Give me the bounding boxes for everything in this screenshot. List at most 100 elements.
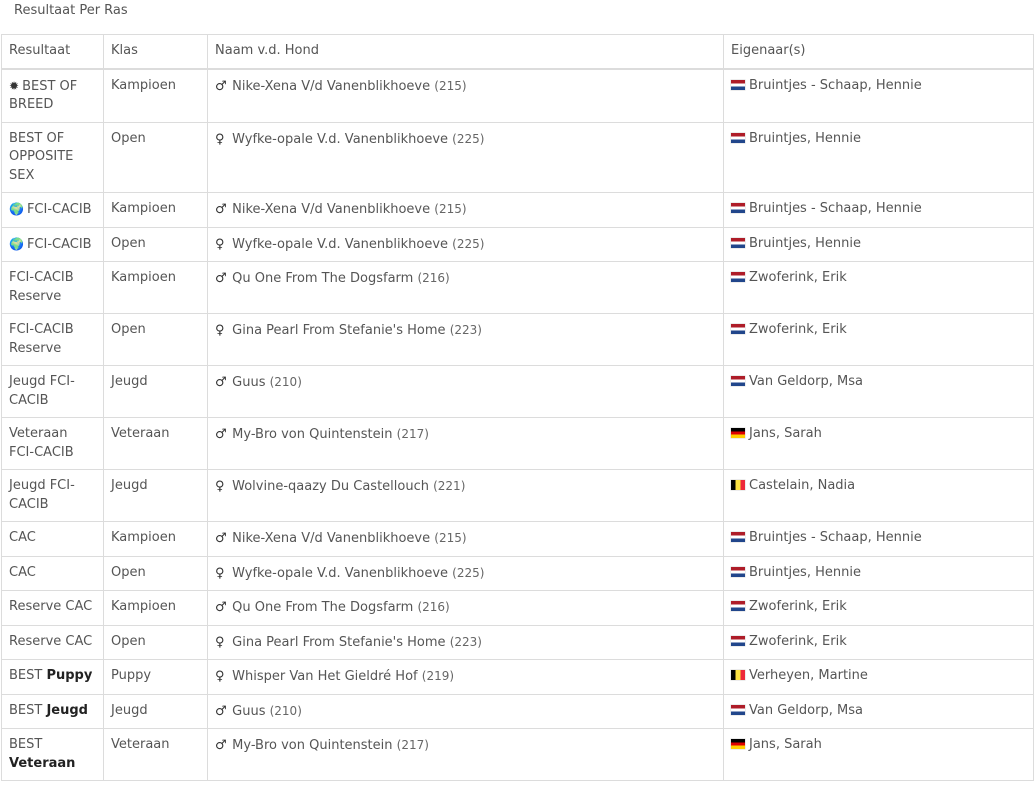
- catalog-number: (225): [452, 131, 485, 146]
- flag-nl-icon: [731, 376, 745, 386]
- table-row: CAC Kampioen ♂ Nike-Xena V/d Vanenblikhoev…: [1, 521, 1034, 557]
- dog-name-link[interactable]: Qu One From The Dogsfarm: [232, 271, 413, 286]
- owner-name: Zwoferink, Erik: [749, 599, 847, 614]
- owner-name: Bruintjes, Hennie: [749, 130, 861, 146]
- table-row: Reserve CAC Kampioen ♂ Qu One From The Dog…: [1, 590, 1034, 626]
- female-icon: ♀: [215, 634, 225, 650]
- page-heading: Resultaat Per Ras: [14, 3, 128, 18]
- female-icon: ♀: [215, 323, 225, 338]
- table-row: BEST Puppy Puppy ♀ Whisper Van Het Gieldré…: [1, 659, 1034, 695]
- table-row: Jeugd FCI-CACIB Jeugd ♀ Wolvine-qaazy Du C…: [1, 469, 1034, 522]
- result-label: BEST OF BREED: [9, 78, 78, 113]
- cell-eigenaar: Jans, Sarah: [723, 417, 1034, 470]
- table-header-row: Resultaat Klas Naam v.d. Hond Eigenaar(s…: [1, 34, 1034, 70]
- dog-name-link[interactable]: Guus: [232, 704, 265, 719]
- dog-name-link[interactable]: Guus: [232, 375, 265, 390]
- cell-eigenaar: Bruintjes - Schaap, Hennie: [723, 68, 1034, 123]
- header-naam[interactable]: Naam v.d. Hond: [207, 34, 724, 70]
- owner-name: Jans, Sarah: [749, 737, 822, 752]
- flag-nl-icon: [731, 532, 745, 542]
- cell-naam: ♀ Gina Pearl From Stefanie's Home (223): [207, 313, 724, 366]
- cell-klas: Open: [103, 313, 208, 366]
- catalog-number: (215): [434, 531, 467, 545]
- dog-name-link[interactable]: Whisper Van Het Gieldré Hof: [232, 669, 417, 684]
- catalog-number: (216): [417, 271, 450, 285]
- cell-resultaat: FCI-CACIB Reserve: [1, 261, 104, 314]
- cell-naam: ♂ My-Bro von Quintenstein (217): [207, 417, 724, 470]
- owner-name: Van Geldorp, Msa: [749, 374, 863, 389]
- table-row: Veteraan FCI-CACIB Veteraan ♂ My-Bro von Q…: [1, 417, 1034, 470]
- table-row: Jeugd FCI-CACIB Jeugd ♂ Guus (210) Van Geld…: [1, 365, 1034, 418]
- male-icon: ♂: [215, 427, 227, 442]
- cell-resultaat: CAC: [1, 521, 104, 557]
- cell-resultaat: Jeugd FCI-CACIB: [1, 365, 104, 418]
- cell-resultaat: BEST OF OPPOSITE SEX: [1, 121, 104, 193]
- table-row: Reserve CAC Open ♀ Gina Pearl From Stefani…: [1, 624, 1034, 660]
- table-row: BEST Jeugd Jeugd ♂ Guus (210) Van Geldorp, …: [1, 693, 1034, 729]
- result-label: FCI-CACIB: [26, 236, 92, 252]
- dog-name-link[interactable]: Wyfke-opale V.d. Vanenblikhoeve: [232, 237, 448, 252]
- cell-klas: Open: [103, 226, 208, 262]
- result-label: CAC: [9, 564, 36, 580]
- cell-resultaat: BEST Jeugd: [1, 693, 104, 729]
- cell-eigenaar: Zwoferink, Erik: [723, 313, 1034, 366]
- owner-name: Bruintjes, Hennie: [749, 564, 861, 580]
- male-icon: ♂: [215, 531, 227, 546]
- dog-name-link[interactable]: Wyfke-opale V.d. Vanenblikhoeve: [232, 566, 448, 581]
- header-resultaat[interactable]: Resultaat: [1, 34, 104, 70]
- cell-eigenaar: Van Geldorp, Msa: [723, 693, 1034, 729]
- cell-resultaat: Reserve CAC: [1, 590, 104, 626]
- cell-naam: ♀ Wolvine-qaazy Du Castellouch (221): [207, 469, 724, 522]
- dog-name-link[interactable]: Nike-Xena V/d Vanenblikhoeve: [232, 202, 430, 217]
- result-category: Puppy: [46, 668, 93, 683]
- male-icon: ♂: [215, 738, 227, 753]
- table-row: FCI-CACIB Reserve Kampioen ♂ Qu One From T…: [1, 261, 1034, 314]
- dog-name-link[interactable]: My-Bro von Quintenstein: [232, 427, 392, 442]
- owner-name: Zwoferink, Erik: [749, 633, 847, 649]
- owner-name: Bruintjes, Hennie: [749, 235, 861, 251]
- catalog-number: (225): [452, 565, 485, 580]
- result-label: Veteraan FCI-CACIB: [9, 426, 74, 460]
- catalog-number: (223): [449, 634, 482, 649]
- cell-klas: Kampioen: [103, 590, 208, 626]
- cell-klas: Veteraan: [103, 728, 208, 781]
- cell-resultaat: 🌍 FCI-CACIB: [1, 226, 104, 262]
- cell-resultaat: 🌍 FCI-CACIB: [1, 192, 104, 228]
- flag-nl-icon: [731, 203, 745, 213]
- result-label: BEST OF OPPOSITE SEX: [9, 130, 74, 183]
- cell-resultaat: BEST Veteraan: [1, 728, 104, 781]
- dog-name-link[interactable]: Gina Pearl From Stefanie's Home: [232, 323, 445, 338]
- owner-name: Castelain, Nadia: [749, 478, 856, 493]
- cell-klas: Kampioen: [103, 261, 208, 314]
- cell-naam: ♀ Whisper Van Het Gieldré Hof (219): [207, 659, 724, 695]
- result-label: FCI-CACIB Reserve: [9, 270, 74, 304]
- cell-eigenaar: Bruintjes - Schaap, Hennie: [723, 521, 1034, 557]
- dog-name-link[interactable]: Nike-Xena V/d Vanenblikhoeve: [232, 79, 430, 94]
- owner-name: Bruintjes - Schaap, Hennie: [749, 530, 922, 545]
- cell-naam: ♂ Nike-Xena V/d Vanenblikhoeve (215): [207, 68, 724, 123]
- cell-naam: ♂ Qu One From The Dogsfarm (216): [207, 590, 724, 626]
- cell-klas: Open: [103, 121, 208, 193]
- female-icon: ♀: [215, 236, 225, 252]
- dog-name-link[interactable]: Gina Pearl From Stefanie's Home: [232, 635, 445, 650]
- owner-name: Zwoferink, Erik: [749, 322, 847, 337]
- header-klas[interactable]: Klas: [103, 34, 208, 70]
- dog-name-link[interactable]: Wyfke-opale V.d. Vanenblikhoeve: [232, 132, 448, 147]
- cell-eigenaar: Jans, Sarah: [723, 728, 1034, 781]
- owner-name: Zwoferink, Erik: [749, 270, 847, 285]
- flag-nl-icon: [731, 237, 745, 248]
- dog-name-link[interactable]: My-Bro von Quintenstein: [232, 738, 392, 753]
- female-icon: ♀: [215, 479, 225, 494]
- header-eigenaar[interactable]: Eigenaar(s): [723, 34, 1034, 70]
- dog-name-link[interactable]: Wolvine-qaazy Du Castellouch: [232, 479, 429, 494]
- result-label: FCI-CACIB Reserve: [9, 322, 74, 356]
- dog-name-link[interactable]: Nike-Xena V/d Vanenblikhoeve: [232, 531, 430, 546]
- cell-resultaat: Jeugd FCI-CACIB: [1, 469, 104, 522]
- dog-name-link[interactable]: Qu One From The Dogsfarm: [232, 600, 413, 615]
- owner-name: Van Geldorp, Msa: [749, 702, 863, 718]
- cell-naam: ♂ Nike-Xena V/d Vanenblikhoeve (215): [207, 521, 724, 557]
- cell-eigenaar: Van Geldorp, Msa: [723, 365, 1034, 418]
- result-label: Reserve CAC: [9, 633, 93, 649]
- flag-nl-icon: [731, 324, 745, 334]
- catalog-number: (219): [421, 669, 455, 683]
